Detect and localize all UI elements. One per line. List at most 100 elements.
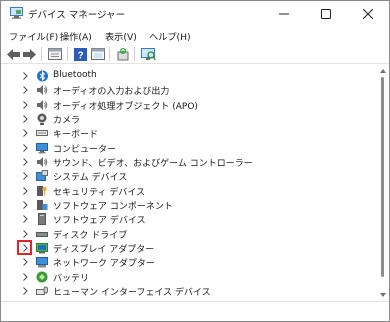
expand-chevron-icon[interactable] [22,215,29,224]
maximize-icon [321,9,331,19]
maximize-button[interactable] [305,1,347,27]
device-manager-icon [10,7,23,19]
bluetooth-icon [36,70,48,82]
expand-chevron-icon[interactable] [22,229,29,238]
speaker-icon [36,84,48,96]
tree-item-label: コンピューター [53,144,117,155]
minimize-button[interactable] [263,1,305,27]
scrollbar-thumb[interactable] [381,77,384,277]
menu-action[interactable]: 操作(A) [60,29,92,43]
tree-item-label: ソフトウェア デバイス [53,216,146,227]
expand-chevron-icon[interactable] [22,100,29,109]
expand-chevron-icon[interactable] [22,186,29,195]
minimize-icon [279,13,289,15]
expand-chevron-icon[interactable] [22,258,29,267]
computer-icon [36,142,48,154]
software-device-icon [36,213,48,226]
window-title: デバイス マネージャー [28,10,126,21]
close-button[interactable] [347,1,389,27]
toolbar-separator [134,47,135,61]
menu-help[interactable]: ヘルプ(H) [149,29,191,43]
back-button[interactable] [5,46,21,62]
tree-item[interactable]: Bluetooth [1,69,376,83]
tree-item-label: ディスク ドライブ [53,230,128,241]
menu-bar: ファイル(F) 操作(A) 表示(V) ヘルプ(H) [1,27,389,44]
disk-drive-icon [36,228,48,240]
tree-item[interactable]: ソフトウェア コンポーネント [1,198,376,212]
toolbar-separator [41,47,42,61]
help-button[interactable]: ? [72,46,88,62]
expand-chevron-icon[interactable] [22,287,29,295]
tree-item[interactable]: オーディオの入力および出力 [1,83,376,97]
network-adapter-icon [36,256,48,268]
highlight-box [17,239,32,255]
tree-item-label: ネットワーク アダプター [53,259,155,270]
tree-item-label: オーディオ処理オブジェクト (APO) [53,101,198,112]
tree-item-label: キーボード [53,130,99,141]
expand-chevron-icon[interactable] [22,172,29,181]
tree-item-label: ソフトウェア コンポーネント [53,201,173,212]
expand-chevron-icon[interactable] [22,86,29,95]
status-bar [1,301,389,321]
tree-item[interactable]: システム デバイス [1,169,376,183]
action-icon [91,48,105,60]
svg-text:?: ? [77,50,83,61]
scan-hardware-button[interactable] [140,46,156,62]
security-device-icon [36,185,48,197]
expand-chevron-icon[interactable] [22,129,29,138]
device-manager-window: デバイス マネージャー ファイル(F) 操作(A) 表示(V) ヘルプ(H) ? [0,0,390,322]
tree-item[interactable]: カメラ [1,112,376,126]
tree-item-label: バッテリ [53,273,90,284]
speaker-icon [36,99,48,111]
toolbar-separator [67,47,68,61]
camera-icon [36,113,48,125]
properties-button[interactable] [47,46,63,62]
help-icon: ? [73,47,87,61]
tree-item[interactable]: ディスク ドライブ [1,227,376,241]
tree-item-label: セキュリティ デバイス [53,187,146,198]
scan-hardware-icon [140,47,156,60]
forward-button[interactable] [21,46,37,62]
scroll-down-arrow-icon[interactable] [379,291,387,299]
tree-item-label: サウンド、ビデオ、およびゲーム コントローラー [53,158,253,169]
expand-chevron-icon[interactable] [22,272,29,281]
expand-chevron-icon[interactable] [22,143,29,152]
tree-item[interactable]: サウンド、ビデオ、およびゲーム コントローラー [1,155,376,169]
toolbar: ? [1,44,389,64]
tree-item[interactable]: オーディオ処理オブジェクト (APO) [1,98,376,112]
speaker-icon [36,156,48,168]
toolbar-separator [109,47,110,61]
menu-view[interactable]: 表示(V) [105,29,137,43]
hid-icon [36,285,48,297]
action-button[interactable] [90,46,106,62]
tree-item[interactable]: バッテリ [1,270,376,284]
properties-icon [48,48,62,60]
expand-chevron-icon[interactable] [22,72,29,80]
tree-item-label: ディスプレイ アダプター [53,244,155,255]
tree-item[interactable]: ディスプレイ アダプター [1,239,376,255]
close-icon [363,9,373,19]
expand-chevron-icon[interactable] [22,115,29,123]
tree-item-label: ヒューマン インターフェイス デバイス [53,287,211,298]
menu-file[interactable]: ファイル(F) [9,29,58,43]
vertical-scrollbar[interactable] [377,65,389,301]
update-driver-button[interactable] [115,46,131,62]
update-driver-icon [117,47,129,60]
display-adapter-icon [36,242,48,254]
software-component-icon [36,199,48,211]
tree-item[interactable]: ソフトウェア デバイス [1,212,376,226]
device-tree: Bluetooth オーディオの入力および出力オーディオ処理オブジェクト (APO… [1,65,376,301]
tree-item[interactable]: キーボード [1,126,376,140]
expand-chevron-icon[interactable] [22,201,29,209]
system-device-icon [36,170,48,182]
battery-icon [36,271,48,283]
expand-chevron-icon[interactable] [22,158,29,166]
scroll-up-arrow-icon[interactable] [379,67,387,75]
tree-item[interactable]: ネットワーク アダプター [1,255,376,269]
tree-item[interactable]: ヒューマン インターフェイス デバイス [1,284,376,298]
tree-item-label: システム デバイス [53,173,128,184]
title-bar[interactable]: デバイス マネージャー [1,1,389,27]
tree-item-label: カメラ [53,115,81,126]
tree-item[interactable]: コンピューター [1,141,376,155]
tree-item[interactable]: セキュリティ デバイス [1,184,376,198]
